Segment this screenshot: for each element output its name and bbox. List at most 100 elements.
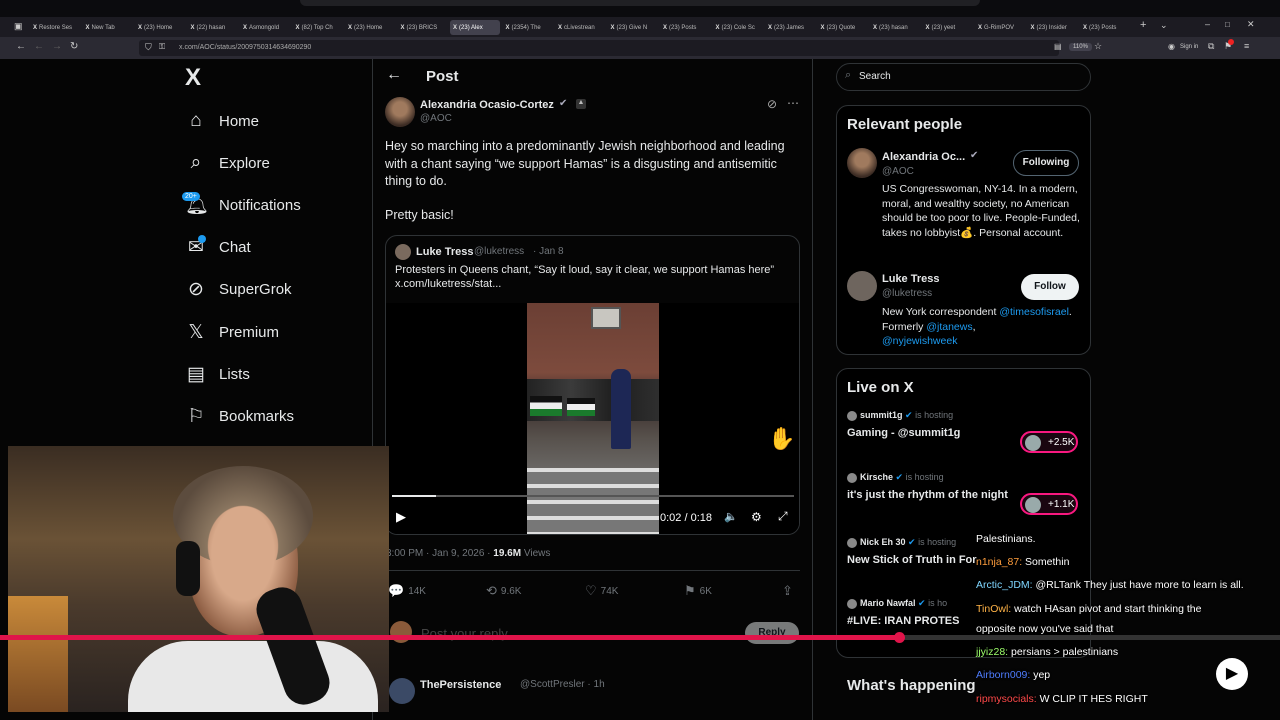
shield-icon[interactable]: ⛉ bbox=[145, 42, 152, 53]
nav-item-chat[interactable]: ✉ Chat bbox=[185, 235, 251, 261]
browser-tab[interactable]: X (23) Posts bbox=[1080, 20, 1130, 35]
live-listener-pill[interactable]: +1.1K bbox=[1020, 493, 1078, 515]
nav-item-supergrok[interactable]: ⊘ SuperGrok bbox=[185, 277, 292, 303]
browser-tab[interactable]: X (23) BRICS bbox=[398, 20, 448, 35]
browser-tab[interactable]: X (23) yeet bbox=[923, 20, 973, 35]
author-handle[interactable]: @AOC bbox=[420, 113, 452, 124]
url-bar[interactable]: ⛉ ⚿ x.com/AOC/status/2009750314634690290… bbox=[139, 40, 1102, 56]
search-box[interactable]: ⌕ Search bbox=[836, 63, 1091, 91]
browser-tab[interactable]: X Asmongold bbox=[240, 20, 290, 35]
browser-tab[interactable]: X (23) Home bbox=[345, 20, 395, 35]
menu-icon[interactable]: ≡ bbox=[1244, 41, 1249, 51]
browser-tab[interactable]: X (23) Quote bbox=[818, 20, 868, 35]
account-icon[interactable]: ◉ bbox=[1168, 42, 1175, 51]
next-post-name[interactable]: ThePersistence bbox=[420, 679, 501, 691]
tab-list-icon[interactable]: ⌄ bbox=[1160, 20, 1168, 31]
share-action[interactable]: ⇪ bbox=[782, 583, 793, 599]
person-avatar-luke[interactable] bbox=[847, 271, 877, 301]
live-item[interactable]: summit1g ✔ is hosting Gaming - @summit1g bbox=[847, 410, 1017, 439]
next-post-avatar[interactable] bbox=[389, 678, 415, 704]
maximize-button[interactable]: □ bbox=[1225, 20, 1230, 29]
person-name-luke[interactable]: Luke Tress bbox=[882, 273, 939, 285]
author-avatar[interactable] bbox=[385, 97, 415, 127]
browser-tab[interactable]: X (23) hasan bbox=[870, 20, 920, 35]
live-item[interactable]: Kirsche ✔ is hosting it's just the rhythm… bbox=[847, 472, 1017, 501]
video-progress-track[interactable] bbox=[392, 495, 794, 497]
browser-tab[interactable]: X (23) James bbox=[765, 20, 815, 35]
fullscreen-icon[interactable]: ⤢ bbox=[778, 509, 788, 524]
browser-tab[interactable]: X (82) Top Ch bbox=[293, 20, 343, 35]
reload-icon[interactable]: ↻ bbox=[70, 41, 78, 52]
browser-tab[interactable]: X (23) Posts bbox=[660, 20, 710, 35]
volume-icon[interactable]: 🔈 bbox=[724, 510, 738, 523]
crosswalk-shape bbox=[527, 468, 659, 534]
sidebar-toggle-icon[interactable]: ▣ bbox=[14, 21, 23, 32]
quoted-post-card[interactable]: Luke Tress @luketress · Jan 8 Protesters… bbox=[385, 235, 800, 535]
back-arrow-icon[interactable]: ← bbox=[386, 66, 402, 84]
mention-timesofisrael[interactable]: @timesofisrael bbox=[999, 306, 1069, 318]
timestamp-text: 3:00 PM · Jan 9, 2026 · bbox=[386, 548, 494, 559]
nav-item-lists[interactable]: ▤ Lists bbox=[185, 361, 250, 387]
browser-tab[interactable]: X (23) Home bbox=[135, 20, 185, 35]
repost-action[interactable]: ⟲ 9.6K bbox=[486, 583, 521, 599]
reply-button[interactable]: Reply bbox=[745, 622, 799, 644]
browser-tab[interactable]: X (23) Cole Sc bbox=[713, 20, 763, 35]
nav-item-bookmarks[interactable]: ⚐ Bookmarks bbox=[185, 403, 294, 429]
video-frame[interactable]: ▶ 0:02 / 0:18 🔈 ⚙ ⤢ bbox=[386, 303, 799, 534]
browser-tab[interactable]: XcLivestrean bbox=[555, 20, 605, 35]
shelf-shape bbox=[8, 596, 68, 712]
zoom-level[interactable]: 110% bbox=[1069, 43, 1092, 51]
extension-icon-red[interactable] bbox=[1228, 39, 1234, 45]
person-name-aoc[interactable]: Alexandria Oc... bbox=[882, 151, 965, 163]
browser-tab[interactable]: X G-RimPOV bbox=[975, 20, 1025, 35]
quote-link[interactable]: x.com/luketress/stat... bbox=[395, 278, 501, 290]
mention-nyjewishweek[interactable]: @nyjewishweek bbox=[882, 334, 1087, 349]
tab-favicon-icon: X bbox=[925, 24, 930, 31]
x-logo[interactable]: X bbox=[185, 64, 201, 92]
browser-tab[interactable]: X Restore Ses bbox=[30, 20, 80, 35]
chat-username: n1nja_87: bbox=[976, 556, 1023, 568]
grok-icon[interactable]: ⊘ bbox=[767, 97, 777, 111]
reader-icon[interactable]: ▤ bbox=[1054, 42, 1062, 51]
browser-tab[interactable]: X New Tab bbox=[83, 20, 133, 35]
browser-tab[interactable]: X (2354) The bbox=[503, 20, 553, 35]
back-icon[interactable]: ← bbox=[16, 41, 26, 52]
follow-button[interactable]: Follow bbox=[1021, 274, 1079, 300]
lock-icon[interactable]: ⚿ bbox=[159, 42, 165, 52]
bookmark-action[interactable]: ⚑ 6K bbox=[684, 583, 712, 599]
person-handle-aoc[interactable]: @AOC bbox=[882, 166, 914, 177]
browser-tab[interactable]: X (23) Give N bbox=[608, 20, 658, 35]
post-header-title: Post bbox=[426, 68, 459, 85]
nav-item-home[interactable]: ⌂ Home bbox=[185, 108, 259, 134]
next-post-handle[interactable]: @ScottPresler · 1h bbox=[520, 679, 605, 690]
more-options-icon[interactable]: ⋯ bbox=[787, 96, 799, 110]
forward-icon[interactable]: ← bbox=[34, 41, 44, 52]
following-button[interactable]: Following bbox=[1013, 150, 1079, 176]
extensions-icon[interactable]: ⧉ bbox=[1208, 41, 1214, 52]
bookmark-icon: ⚐ bbox=[187, 405, 205, 427]
nav-item-notifications[interactable]: 🔔︎ Notifications bbox=[185, 192, 301, 218]
browser-tab[interactable]: X (23) Insider bbox=[1028, 20, 1078, 35]
live-on-x-title: Live on X bbox=[847, 379, 914, 396]
person-avatar-aoc[interactable] bbox=[847, 148, 877, 178]
minimize-button[interactable]: – bbox=[1205, 19, 1210, 29]
forward-icon-2[interactable]: → bbox=[52, 41, 62, 52]
play-icon[interactable]: ▶ bbox=[396, 509, 406, 525]
browser-tab[interactable]: X (23) Alex bbox=[450, 20, 500, 35]
mention-jtanews[interactable]: @jtanews bbox=[926, 321, 972, 333]
new-tab-button[interactable]: + bbox=[1140, 19, 1146, 31]
close-window-button[interactable]: ✕ bbox=[1247, 19, 1255, 30]
browser-tab[interactable]: X (22) hasan bbox=[188, 20, 238, 35]
author-name[interactable]: Alexandria Ocasio-Cortez bbox=[420, 99, 554, 111]
nav-item-premium[interactable]: 𝕏 Premium bbox=[185, 319, 279, 345]
person-handle-luke[interactable]: @luketress bbox=[882, 288, 932, 299]
settings-icon[interactable]: ⚙ bbox=[751, 510, 762, 524]
star-icon[interactable]: ☆ bbox=[1094, 41, 1102, 52]
reply-action[interactable]: 💬 14K bbox=[388, 583, 426, 599]
live-listener-pill[interactable]: +2.5K bbox=[1020, 431, 1078, 453]
sign-in-link[interactable]: Sign in bbox=[1180, 44, 1198, 50]
listener-avatar bbox=[1025, 435, 1041, 451]
like-action[interactable]: ♡ 74K bbox=[585, 583, 618, 599]
stream-progress-fill bbox=[0, 635, 899, 640]
nav-item-explore[interactable]: ⌕ Explore bbox=[185, 150, 270, 176]
